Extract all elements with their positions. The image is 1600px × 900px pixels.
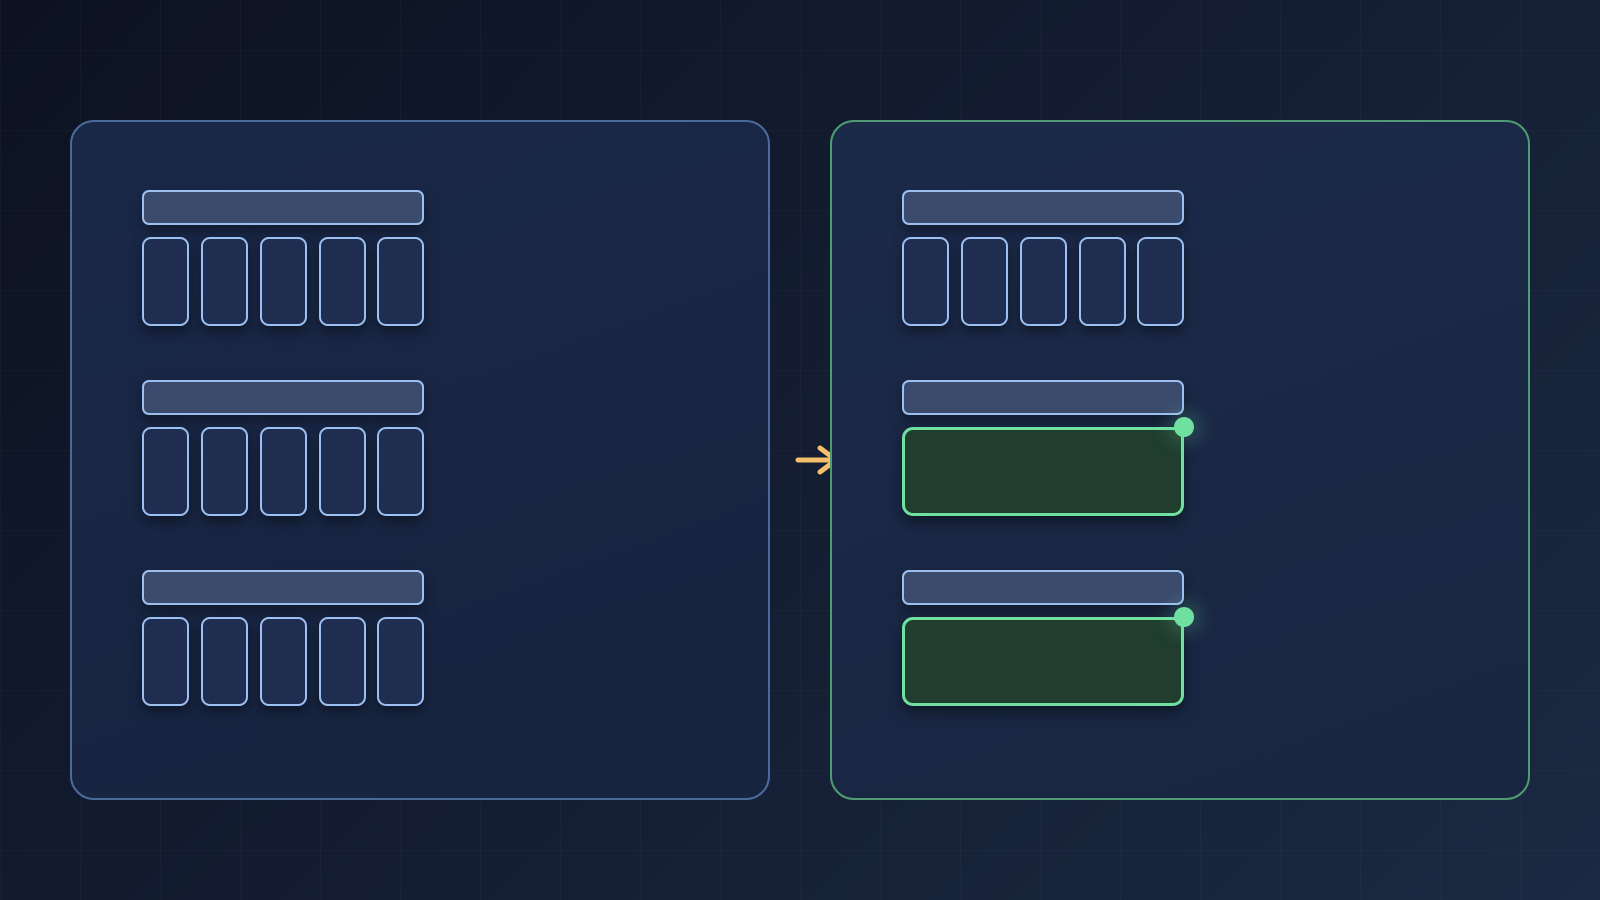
slot-cell bbox=[902, 237, 949, 326]
slot-cell bbox=[377, 617, 424, 706]
slot-cell bbox=[319, 427, 366, 516]
slot-row bbox=[142, 617, 424, 706]
group-header-bar bbox=[142, 190, 424, 225]
status-dot-icon bbox=[1174, 607, 1194, 627]
slot-cell bbox=[142, 427, 189, 516]
slot-cell bbox=[201, 237, 248, 326]
slot-cell bbox=[319, 617, 366, 706]
slot-cell bbox=[201, 427, 248, 516]
slot-cell bbox=[377, 427, 424, 516]
group-header-bar bbox=[902, 380, 1184, 415]
group-header-bar bbox=[902, 570, 1184, 605]
slot-row bbox=[902, 237, 1184, 326]
after-panel bbox=[830, 120, 1530, 800]
slot-cell bbox=[961, 237, 1008, 326]
slot-cell bbox=[142, 237, 189, 326]
slot-cell bbox=[142, 617, 189, 706]
before-panel bbox=[70, 120, 770, 800]
slot-cell bbox=[1137, 237, 1184, 326]
group-header-bar bbox=[142, 570, 424, 605]
slot-cell bbox=[1020, 237, 1067, 326]
slot-cell bbox=[201, 617, 248, 706]
slot-cell bbox=[260, 617, 307, 706]
group-header-bar bbox=[902, 190, 1184, 225]
status-dot-icon bbox=[1174, 417, 1194, 437]
slot-cell bbox=[260, 237, 307, 326]
slot-row bbox=[142, 237, 424, 326]
merged-block bbox=[902, 417, 1194, 516]
slot-cell bbox=[377, 237, 424, 326]
merged-block bbox=[902, 607, 1194, 706]
group-header-bar bbox=[142, 380, 424, 415]
slot-cell bbox=[319, 237, 366, 326]
slot-cell bbox=[260, 427, 307, 516]
slot-row bbox=[142, 427, 424, 516]
slot-cell bbox=[1079, 237, 1126, 326]
